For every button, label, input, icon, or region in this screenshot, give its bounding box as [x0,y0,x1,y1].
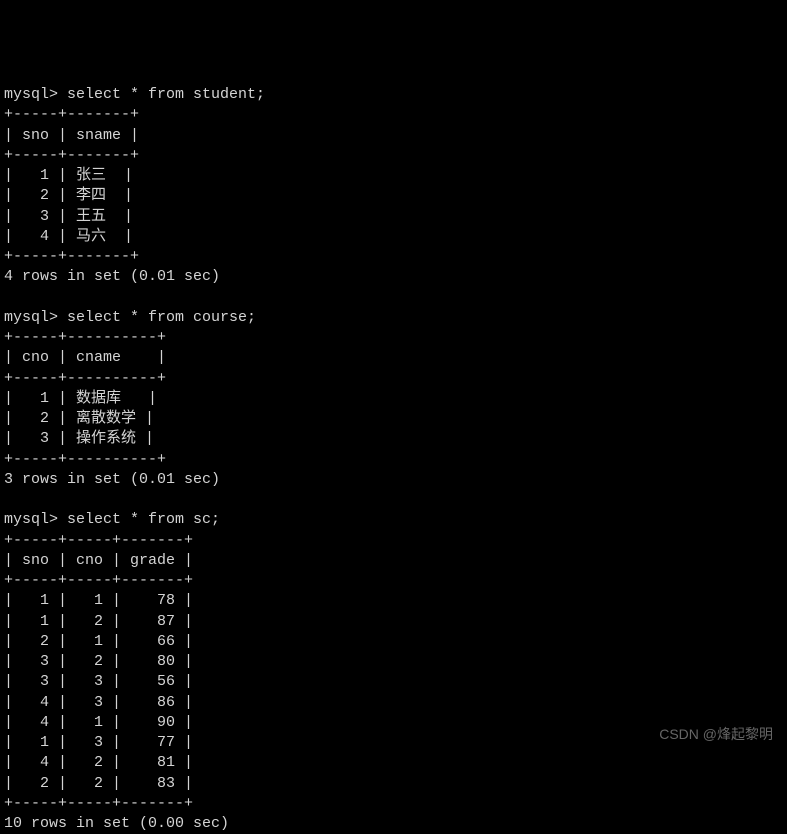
table-row: | 1 | 3 | 77 | [4,734,193,751]
table-row: | 1 | 2 | 87 | [4,613,193,630]
table-row: | 3 | 王五 | [4,208,133,225]
table-border: +-----+----------+ [4,329,166,346]
table-border: +-----+-------+ [4,106,139,123]
sql-command: select * from course; [67,309,256,326]
table-row: | 3 | 2 | 80 | [4,653,193,670]
mysql-prompt: mysql> [4,86,67,103]
mysql-prompt: mysql> [4,511,67,528]
table-header: | cno | cname | [4,349,166,366]
table-row: | 4 | 1 | 90 | [4,714,193,731]
table-row: | 1 | 数据库 | [4,390,157,407]
result-footer: 3 rows in set (0.01 sec) [4,471,220,488]
watermark: CSDN @烽起黎明 [659,725,773,744]
table-row: | 3 | 3 | 56 | [4,673,193,690]
result-footer: 4 rows in set (0.01 sec) [4,268,220,285]
table-row: | 2 | 离散数学 | [4,410,154,427]
table-row: | 2 | 1 | 66 | [4,633,193,650]
table-border: +-----+-----+-------+ [4,795,193,812]
table-header: | sno | cno | grade | [4,552,193,569]
table-row: | 2 | 李四 | [4,187,133,204]
table-row: | 4 | 2 | 81 | [4,754,193,771]
sql-command: select * from sc; [67,511,220,528]
table-row: | 2 | 2 | 83 | [4,775,193,792]
table-row: | 4 | 马六 | [4,228,133,245]
table-row: | 1 | 张三 | [4,167,133,184]
sql-command: select * from student; [67,86,265,103]
result-footer: 10 rows in set (0.00 sec) [4,815,229,832]
table-border: +-----+-----+-------+ [4,572,193,589]
table-border: +-----+-------+ [4,248,139,265]
table-row: | 1 | 1 | 78 | [4,592,193,609]
table-row: | 3 | 操作系统 | [4,430,154,447]
table-border: +-----+----------+ [4,370,166,387]
table-header: | sno | sname | [4,127,139,144]
table-border: +-----+-----+-------+ [4,532,193,549]
table-border: +-----+-------+ [4,147,139,164]
table-row: | 4 | 3 | 86 | [4,694,193,711]
mysql-prompt: mysql> [4,309,67,326]
table-border: +-----+----------+ [4,451,166,468]
